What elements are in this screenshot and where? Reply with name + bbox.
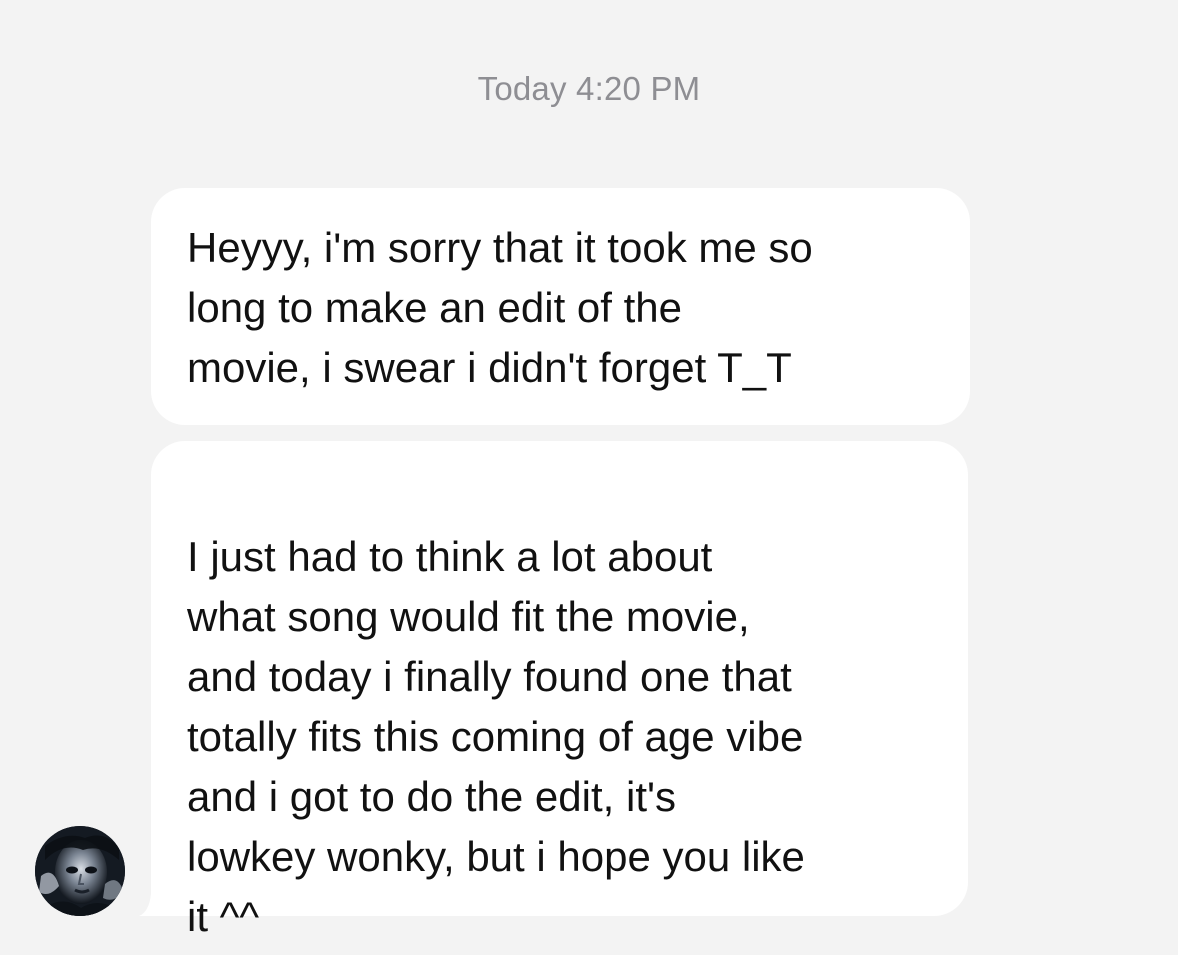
message-thread: Today 4:20 PM Heyyy, i'm sorry that it t…: [0, 0, 1178, 955]
contact-avatar[interactable]: [35, 826, 125, 916]
message-bubble[interactable]: I just had to think a lot about what son…: [139, 441, 968, 940]
message-text: I just had to think a lot about what son…: [187, 533, 805, 940]
bubble-tail-icon: [139, 894, 165, 916]
message-bubble[interactable]: Heyyy, i'm sorry that it took me so long…: [151, 188, 970, 425]
message-timestamp: Today 4:20 PM: [477, 70, 701, 107]
contact-avatar-photo-icon: [35, 826, 125, 916]
